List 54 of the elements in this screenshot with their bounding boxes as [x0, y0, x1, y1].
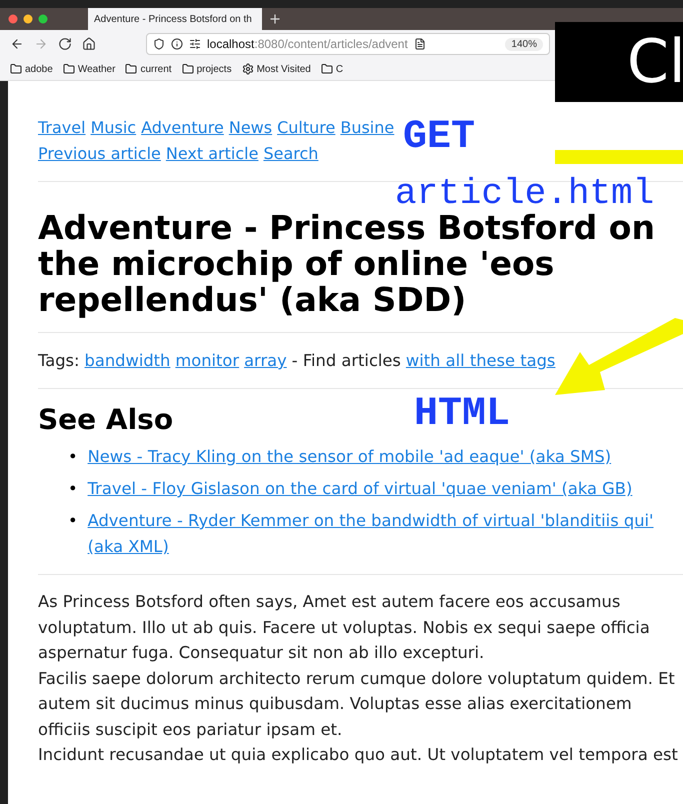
bookmark-item[interactable]: projects: [182, 63, 232, 75]
file-label: article.html: [395, 176, 654, 212]
nav-link[interactable]: Previous article: [38, 144, 161, 163]
reload-icon[interactable]: [58, 37, 72, 51]
window-controls-icon[interactable]: [8, 14, 48, 24]
tag-link[interactable]: monitor: [175, 351, 240, 370]
nav-link[interactable]: Search: [263, 144, 318, 163]
article-title: Adventure - Princess Botsford on the microchip of online 'eos repellendus' (aka SDD): [38, 210, 656, 318]
html-label: HTML: [414, 395, 510, 435]
nav-link[interactable]: News: [228, 118, 272, 137]
bullet: •: [68, 446, 78, 468]
tag-link[interactable]: array: [244, 351, 287, 370]
related-article-link[interactable]: News - Tracy Kling on the sensor of mobile 'ad eaque' (aka SMS): [88, 444, 612, 470]
slide-title-panel: Cl: [555, 22, 683, 102]
reader-view-icon[interactable]: [414, 38, 426, 50]
zoom-level[interactable]: 140%: [505, 38, 543, 50]
shield-icon: [153, 38, 165, 50]
folder-icon: [10, 63, 22, 75]
folder-icon: [320, 63, 333, 75]
section-heading: See Also: [38, 403, 174, 436]
nav-link[interactable]: Adventure: [141, 118, 224, 137]
permissions-icon: [189, 38, 201, 50]
article-paragraph: Facilis saepe dolorum architecto rerum cumque dolore voluptatum quidem. Et autem sit ducimus minus quibusdam. Voluptas esse alias exercitationem officiis suscipit eos pariatur ipsam et.: [38, 668, 676, 740]
gear-icon: [242, 63, 254, 75]
nav-link[interactable]: Music: [90, 118, 136, 137]
info-icon: [171, 38, 183, 50]
tags-label: Tags:: [38, 351, 80, 370]
get-label: GET: [403, 118, 476, 158]
find-articles-text: - Find articles: [292, 351, 401, 370]
address-bar[interactable]: localhost:8080/content/articles/advent 140%: [146, 33, 550, 55]
related-article-link[interactable]: Travel - Floy Gislason on the card of virtual 'quae veniam' (aka GB): [88, 476, 632, 502]
nav-link[interactable]: Travel: [38, 118, 86, 137]
back-icon[interactable]: [10, 37, 24, 51]
bookmark-item[interactable]: Most Visited: [242, 63, 311, 75]
bookmark-item[interactable]: Weather: [62, 63, 116, 75]
bookmark-item[interactable]: C: [320, 63, 344, 75]
browser-tab[interactable]: Adventure - Princess Botsford on th: [88, 8, 262, 30]
folder-icon: [125, 63, 138, 75]
nav-link[interactable]: Busine: [340, 118, 394, 137]
nav-link[interactable]: Culture: [277, 118, 336, 137]
folder-icon: [182, 63, 194, 75]
nav-link[interactable]: Next article: [166, 144, 258, 163]
folder-icon: [62, 63, 75, 75]
bullet: •: [68, 510, 78, 532]
bullet: •: [68, 478, 78, 500]
bookmark-item[interactable]: adobe: [10, 63, 53, 75]
all-tags-link[interactable]: with all these tags: [406, 351, 556, 370]
article-paragraph: As Princess Botsford often says, Amet est autem facere eos accusamus voluptatum. Illo ut ab quis. Facere ut voluptas. Nobis ex sequi saepe officia aspernatur fuga. Consequatur sit non ab illo excepturi.: [38, 591, 651, 664]
new-tab-icon[interactable]: [268, 12, 282, 26]
article-paragraph: Incidunt recusandae ut quia explicabo quo aut. Ut voluptatem vel tempora est: [38, 744, 678, 766]
bookmark-item[interactable]: current: [125, 63, 172, 75]
home-icon[interactable]: [82, 37, 96, 51]
tag-link[interactable]: bandwidth: [84, 351, 170, 370]
related-article-link[interactable]: Adventure - Ryder Kemmer on the bandwidth of virtual 'blanditiis qui' (aka XML): [88, 508, 678, 560]
